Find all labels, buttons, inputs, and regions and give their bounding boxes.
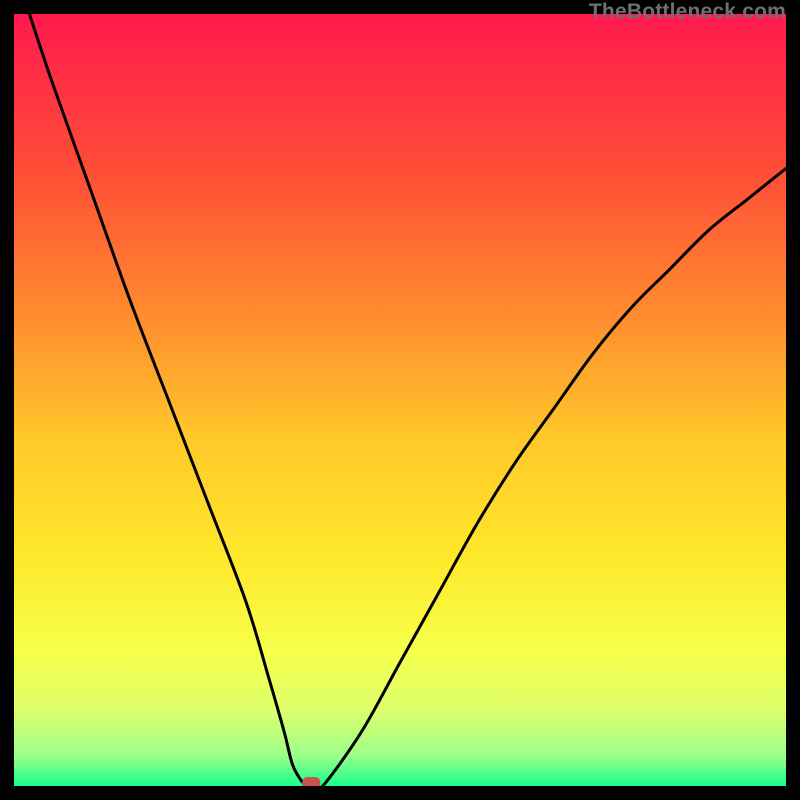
bottleneck-plot bbox=[14, 14, 786, 786]
watermark-label: TheBottleneck.com bbox=[589, 0, 786, 24]
minimum-marker bbox=[302, 777, 320, 786]
heat-background bbox=[14, 14, 786, 786]
chart-frame: TheBottleneck.com bbox=[0, 0, 800, 800]
